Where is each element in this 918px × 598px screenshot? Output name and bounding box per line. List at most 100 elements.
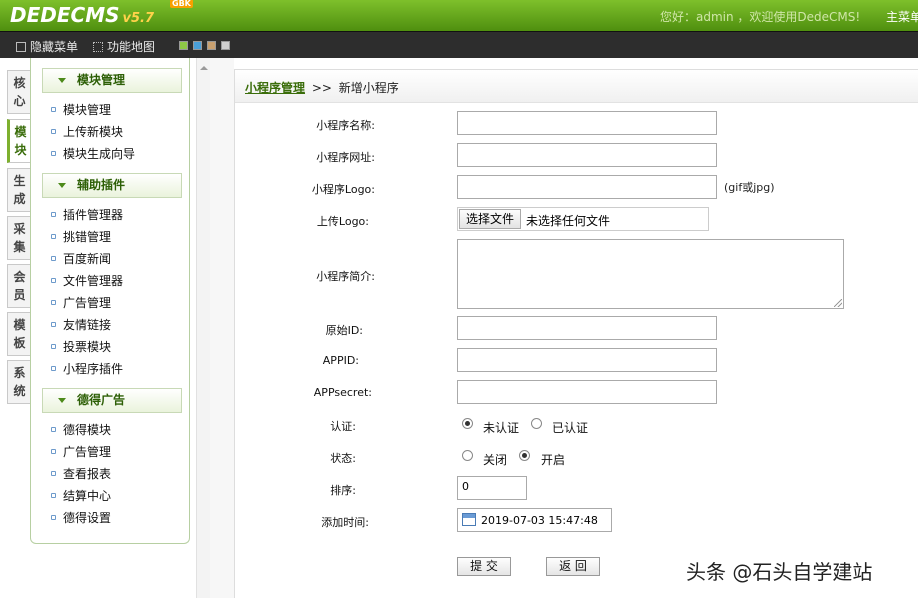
menu-item[interactable]: 文件管理器 — [51, 273, 124, 289]
menu-item-label: 投票模块 — [63, 340, 112, 354]
menu-item-label: 文件管理器 — [63, 274, 124, 288]
menu-item-label: 德得模块 — [63, 423, 112, 437]
menu-item-label: 友情链接 — [63, 318, 112, 332]
date-input[interactable]: 2019-07-03 15:47:48 — [457, 508, 612, 532]
site-map-label: 功能地图 — [107, 40, 156, 54]
skin-blue-icon[interactable] — [193, 41, 202, 50]
logo-hint: (gif或jpg) — [724, 181, 775, 194]
group-title-label: 辅助插件 — [77, 178, 126, 192]
breadcrumb-separator: >> — [311, 81, 332, 95]
tab-system[interactable]: 系统 — [7, 360, 31, 404]
group-plugins[interactable]: 辅助插件 — [42, 173, 182, 198]
side-scrollbar[interactable] — [196, 58, 210, 598]
menu-item-label: 插件管理器 — [63, 208, 124, 222]
tab-member[interactable]: 会员 — [7, 264, 31, 308]
menu-item[interactable]: 模块生成向导 — [51, 146, 135, 162]
hide-menu-button[interactable]: 隐藏菜单 — [16, 38, 78, 55]
origid-input[interactable] — [457, 316, 717, 340]
tab-collect[interactable]: 采集 — [7, 216, 31, 260]
verify-verified-radio[interactable] — [531, 418, 542, 429]
menu-item-label: 模块管理 — [63, 103, 112, 117]
menu-item[interactable]: 投票模块 — [51, 339, 112, 355]
bullet-icon — [51, 212, 56, 217]
name-input[interactable] — [457, 111, 717, 135]
bullet-icon — [51, 129, 56, 134]
submit-button[interactable]: 提 交 — [457, 557, 511, 576]
site-map-button[interactable]: 功能地图 — [93, 38, 155, 55]
bullet-icon — [51, 278, 56, 283]
group-dede-ads[interactable]: 德得广告 — [42, 388, 182, 413]
verify-label: 认证: — [330, 420, 356, 433]
bullet-icon — [51, 322, 56, 327]
hide-menu-label: 隐藏菜单 — [30, 40, 79, 54]
welcome-text: 您好：admin ，欢迎使用DedeCMS! — [660, 10, 861, 24]
breadcrumb: 小程序管理 >> 新增小程序 — [235, 70, 918, 103]
date-value: 2019-07-03 15:47:48 — [481, 514, 598, 527]
verify-unverified-label: 未认证 — [483, 421, 520, 435]
appsecret-label: APPsecret: — [313, 386, 372, 399]
menu-item[interactable]: 挑错管理 — [51, 229, 111, 245]
chevron-down-icon — [58, 183, 66, 188]
menu-item[interactable]: 广告管理 — [51, 444, 112, 460]
tab-template[interactable]: 模板 — [7, 312, 31, 356]
menu-item[interactable]: 德得设置 — [51, 510, 112, 526]
menu-item-label: 广告管理 — [63, 445, 112, 459]
tab-generate[interactable]: 生成 — [7, 168, 31, 212]
menu-item[interactable]: 模块管理 — [51, 102, 112, 118]
tab-module[interactable]: 模块 — [7, 119, 31, 163]
file-upload-input[interactable]: 选择文件 未选择任何文件 — [457, 207, 709, 231]
logo-text: DEDECMS — [10, 3, 120, 27]
desc-textarea[interactable] — [457, 239, 844, 309]
status-on-radio[interactable] — [519, 450, 530, 461]
menu-item[interactable]: 结算中心 — [51, 488, 111, 504]
menu-item[interactable]: 上传新模块 — [51, 124, 124, 140]
skin-gray-icon[interactable] — [221, 41, 230, 50]
vertical-tab-bar: 核心 模块 生成 采集 会员 模板 系统 — [0, 58, 31, 598]
menu-item[interactable]: 广告管理 — [51, 295, 112, 311]
main-menu-link[interactable]: 主菜单 — [886, 8, 918, 25]
menu-item-label: 广告管理 — [63, 296, 112, 310]
logo-url-input[interactable] — [457, 175, 717, 199]
menu-item[interactable]: 小程序插件 — [51, 361, 123, 377]
verify-verified-label: 已认证 — [552, 421, 589, 435]
choose-file-button[interactable]: 选择文件 — [459, 209, 522, 229]
bullet-icon — [51, 493, 56, 498]
frame-gap — [210, 58, 234, 598]
skin-brown-icon[interactable] — [207, 41, 216, 50]
bullet-icon — [51, 366, 56, 371]
watermark-text: 头条 @石头自学建站 — [686, 560, 873, 584]
file-status-text: 未选择任何文件 — [526, 214, 611, 228]
bullet-icon — [51, 300, 56, 305]
menu-item[interactable]: 查看报表 — [51, 466, 111, 482]
status-off-radio[interactable] — [462, 450, 473, 461]
url-input[interactable] — [457, 143, 717, 167]
tab-core[interactable]: 核心 — [7, 70, 31, 114]
appsecret-input[interactable] — [457, 380, 717, 404]
menu-item[interactable]: 百度新闻 — [51, 251, 111, 267]
appid-input[interactable] — [457, 348, 717, 372]
menu-item-label: 德得设置 — [63, 511, 112, 525]
status-on-label: 开启 — [541, 453, 566, 467]
dedecms-logo[interactable]: DEDECMS v5.7 GBK — [10, 0, 193, 27]
menu-item[interactable]: 插件管理器 — [51, 207, 124, 223]
desc-label: 小程序简介: — [316, 270, 375, 283]
side-menu: 模块管理 模块管理 上传新模块 模块生成向导 辅助插件 插件管理器 挑错管理 百… — [30, 58, 190, 544]
bullet-icon — [51, 515, 56, 520]
skin-green-icon[interactable] — [179, 41, 188, 50]
resize-handle-icon[interactable] — [834, 299, 842, 307]
bullet-icon — [51, 107, 56, 112]
logo-badge: GBK — [170, 0, 193, 8]
group-module-manage[interactable]: 模块管理 — [42, 68, 182, 93]
sort-input[interactable]: 0 — [457, 476, 527, 500]
url-label: 小程序网址: — [316, 151, 375, 164]
breadcrumb-link[interactable]: 小程序管理 — [245, 81, 305, 95]
menu-item[interactable]: 友情链接 — [51, 317, 112, 333]
hide-menu-icon — [16, 42, 26, 52]
calendar-icon[interactable] — [462, 513, 476, 526]
chevron-down-icon — [58, 398, 66, 403]
menu-item-label: 上传新模块 — [63, 125, 124, 139]
back-button[interactable]: 返 回 — [546, 557, 600, 576]
scroll-up-arrow-icon[interactable] — [200, 66, 208, 70]
verify-unverified-radio[interactable] — [462, 418, 473, 429]
menu-item[interactable]: 德得模块 — [51, 422, 112, 438]
